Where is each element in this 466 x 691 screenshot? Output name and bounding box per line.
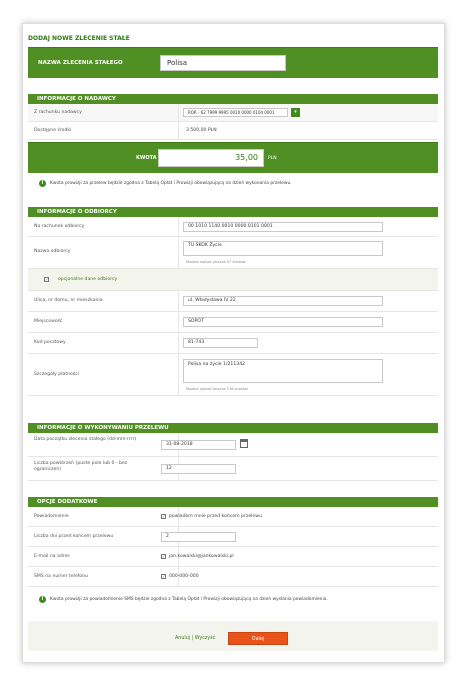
zip-row: Kod pocztowy 81-743 bbox=[28, 333, 438, 354]
recipient-name-label: Nazwa odbiorcy bbox=[34, 249, 71, 254]
calendar-icon[interactable] bbox=[240, 439, 248, 448]
repeat-count-input[interactable]: 12 bbox=[161, 464, 236, 474]
sender-account-select[interactable]: ROR - 62 7999 9995 0010 0000 0104 0001 bbox=[183, 108, 288, 117]
recipient-account-input[interactable]: 00 1010 1140 0010 0000 0101 0001 bbox=[183, 222, 383, 232]
days-label: Liczba dni przed końcem przelewu bbox=[34, 534, 114, 539]
notify-option-label: powiadom mnie przed końcem przelewu bbox=[169, 514, 262, 519]
zip-label: Kod pocztowy bbox=[34, 340, 66, 345]
recipient-account-label: Na rachunek odbiorcy bbox=[34, 224, 85, 229]
order-name-label: NAZWA ZLECENIA STAŁEGO bbox=[38, 60, 123, 66]
payment-details-label: Szczegóły płatności bbox=[34, 372, 80, 377]
notify-row: Powiadomienie ✓ powiadom mnie przed końc… bbox=[28, 507, 438, 527]
recipient-account-row: Na rachunek odbiorcy 00 1010 1140 0010 0… bbox=[28, 217, 438, 237]
sender-account-row: Z rachunku nadawcy ROR - 62 7999 9995 00… bbox=[28, 104, 438, 122]
sender-section-header: INFORMACJE O NADAWCY bbox=[28, 94, 438, 104]
form-panel: DODAJ NOWE ZLECENIE STAŁE NAZWA ZLECENIA… bbox=[22, 23, 445, 663]
start-date-row: Data początku zlecenia stałego (dd-mm-rr… bbox=[28, 433, 438, 457]
sms-row: SMS na numer telefonu ✓ 000-000-000 bbox=[28, 567, 438, 587]
notify-checkbox[interactable]: ✓ bbox=[161, 514, 166, 519]
start-date-input[interactable]: 31-08-2018 bbox=[161, 440, 236, 450]
recipient-name-hint: Możesz wpisać jeszcze 57 znaków. bbox=[186, 260, 247, 264]
optional-data-row: ✓ opcjonalne dane odbiorcy bbox=[28, 269, 438, 291]
amount-input[interactable]: 35,00 bbox=[158, 149, 264, 167]
days-row: Liczba dni przed końcem przelewu 2 bbox=[28, 527, 438, 547]
order-name-bar: NAZWA ZLECENIA STAŁEGO Polisa bbox=[28, 47, 438, 78]
next-button[interactable]: Dalej bbox=[228, 632, 288, 645]
currency-label: PLN bbox=[268, 156, 277, 161]
funds-label: Dostępne środki bbox=[34, 128, 72, 133]
recipient-name-row: Nazwa odbiorcy TU SKOK Życie Możesz wpis… bbox=[28, 237, 438, 269]
options-section-header: OPCJE DODATKOWE bbox=[28, 497, 438, 507]
days-input[interactable]: 2 bbox=[161, 532, 236, 542]
sender-info-text: Kwota prowizji za przelew będzie zgodna … bbox=[50, 181, 292, 186]
city-input[interactable]: SOPOT bbox=[183, 317, 383, 327]
order-name-input[interactable]: Polisa bbox=[160, 55, 286, 71]
execution-section-header: INFORMACJE O WYKONYWANIU PRZELEWU bbox=[28, 423, 438, 433]
street-input[interactable]: ul. Władysława IV 22 bbox=[183, 296, 383, 306]
street-label: Ulica, nr domu, nr mieszkania bbox=[34, 298, 103, 303]
cancel-clear-link[interactable]: Anuluj | Wyczyść bbox=[175, 636, 215, 641]
page-title: DODAJ NOWE ZLECENIE STAŁE bbox=[28, 35, 130, 42]
funds-row: Dostępne środki 3 500,00 PLN bbox=[28, 122, 438, 140]
options-info-text: Kwota prowizji za powiadomienie SMS będz… bbox=[50, 597, 328, 602]
payment-details-row: Szczegóły płatności Polisa na życie 1/21… bbox=[28, 354, 438, 396]
notify-label: Powiadomienie bbox=[34, 514, 69, 519]
email-label: E-mail na adres bbox=[34, 554, 70, 559]
amount-bar: KWOTA 35,00 PLN bbox=[28, 142, 438, 173]
recipient-name-input[interactable]: TU SKOK Życie bbox=[183, 241, 383, 256]
street-row: Ulica, nr domu, nr mieszkania ul. Władys… bbox=[28, 291, 438, 312]
optional-data-checkbox[interactable]: ✓ bbox=[44, 277, 49, 282]
recipient-section-header: INFORMACJE O ODBIORCY bbox=[28, 207, 438, 217]
email-checkbox[interactable]: ✓ bbox=[161, 554, 166, 559]
email-value: jan.kowalski@jankowalski.pl bbox=[169, 554, 234, 559]
optional-data-label[interactable]: opcjonalne dane odbiorcy bbox=[58, 277, 117, 282]
zip-input[interactable]: 81-743 bbox=[183, 338, 258, 348]
city-label: Miejscowość bbox=[34, 319, 63, 324]
payment-details-hint: Możesz wpisać jeszcze 116 znaków. bbox=[186, 387, 249, 391]
email-row: E-mail na adres ✓ jan.kowalski@jankowals… bbox=[28, 547, 438, 567]
funds-value: 3 500,00 PLN bbox=[186, 128, 217, 133]
sms-label: SMS na numer telefonu bbox=[34, 574, 88, 579]
city-row: Miejscowość SOPOT bbox=[28, 312, 438, 333]
sms-value: 000-000-000 bbox=[169, 574, 199, 579]
sender-account-label: Z rachunku nadawcy bbox=[34, 110, 82, 115]
repeat-count-row: Liczba powtórzeń (puste pole lub 0 - bez… bbox=[28, 457, 438, 481]
sms-checkbox[interactable]: ✓ bbox=[161, 574, 166, 579]
chevron-down-icon[interactable]: ▾ bbox=[291, 108, 300, 117]
amount-label: KWOTA bbox=[136, 155, 157, 161]
info-icon: i bbox=[39, 180, 46, 187]
start-date-label: Data początku zlecenia stałego (dd-mm-rr… bbox=[34, 437, 137, 442]
info-icon: i bbox=[39, 596, 46, 603]
payment-details-textarea[interactable]: Polisa na życie 1/211342 bbox=[183, 359, 383, 383]
repeat-count-label: Liczba powtórzeń (puste pole lub 0 - bez… bbox=[34, 461, 128, 472]
